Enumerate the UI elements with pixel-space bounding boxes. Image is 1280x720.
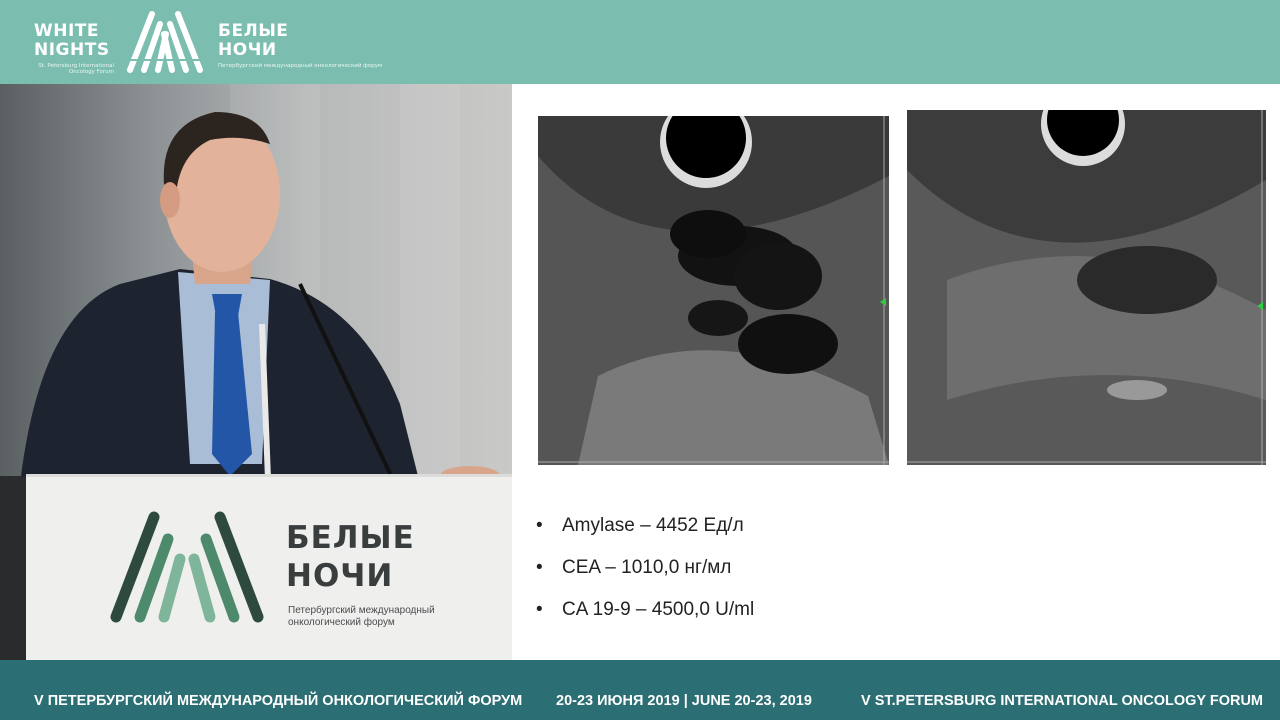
logo-ru-sub: Петербургский международный онкологическ… [218,63,383,69]
logo-white-nights: WHITE NIGHTS St. Petersburg Internationa… [34,21,114,76]
speaker-video: БЕЛЫЕ НОЧИ Петербургский международный о… [0,84,512,660]
logo-ru-line2: НОЧИ [218,40,277,60]
logo-en-sub: St. Petersburg International Oncology Fo… [38,63,114,75]
podium-title-line2: НОЧИ [286,558,394,594]
ultrasound-cyst-icon [538,116,889,465]
podium-logo-icon [110,511,264,623]
forum-title-ru: V ПЕТЕРБУРГСКИЙ МЕЖДУНАРОДНЫЙ ОНКОЛОГИЧЕ… [34,693,523,709]
podium-side [0,476,26,660]
list-item: Amylase – 4452 Ед/л [536,514,754,556]
forum-logo-icon [126,11,204,73]
lab-results-list: Amylase – 4452 Ед/л CEA – 1010,0 нг/мл C… [536,514,754,640]
logo-ru-line1: БЕЛЫЕ [218,21,289,41]
podium: БЕЛЫЕ НОЧИ Петербургский международный о… [26,474,512,660]
logo-belye-nochi: БЕЛЫЕ НОЧИ Петербургский международный о… [218,21,383,70]
forum-dates: 20-23 ИЮНЯ 2019 | JUNE 20-23, 2019 [556,693,812,709]
list-item: CA 19-9 – 4500,0 U/ml [536,598,754,640]
ultrasound-followup-icon [907,110,1266,465]
logo-en-line2: NIGHTS [34,40,110,60]
podium-title: БЕЛЫЕ НОЧИ [286,519,415,595]
ultrasound-image-follow-up [907,110,1266,465]
ultrasound-image-cystic-lesion [538,116,889,465]
logo-en-line1: WHITE [34,21,100,41]
list-item: CEA – 1010,0 нг/мл [536,556,754,598]
presentation-slide: Amylase – 4452 Ед/л CEA – 1010,0 нг/мл C… [512,84,1280,660]
podium-subtitle: Петербургский международный онкологическ… [288,605,435,628]
podium-title-line1: БЕЛЫЕ [286,520,415,556]
forum-title-en: V ST.PETERSBURG INTERNATIONAL ONCOLOGY F… [861,693,1263,709]
top-banner: WHITE NIGHTS St. Petersburg Internationa… [0,0,1280,84]
bottom-banner: V ПЕТЕРБУРГСКИЙ МЕЖДУНАРОДНЫЙ ОНКОЛОГИЧЕ… [0,660,1280,720]
